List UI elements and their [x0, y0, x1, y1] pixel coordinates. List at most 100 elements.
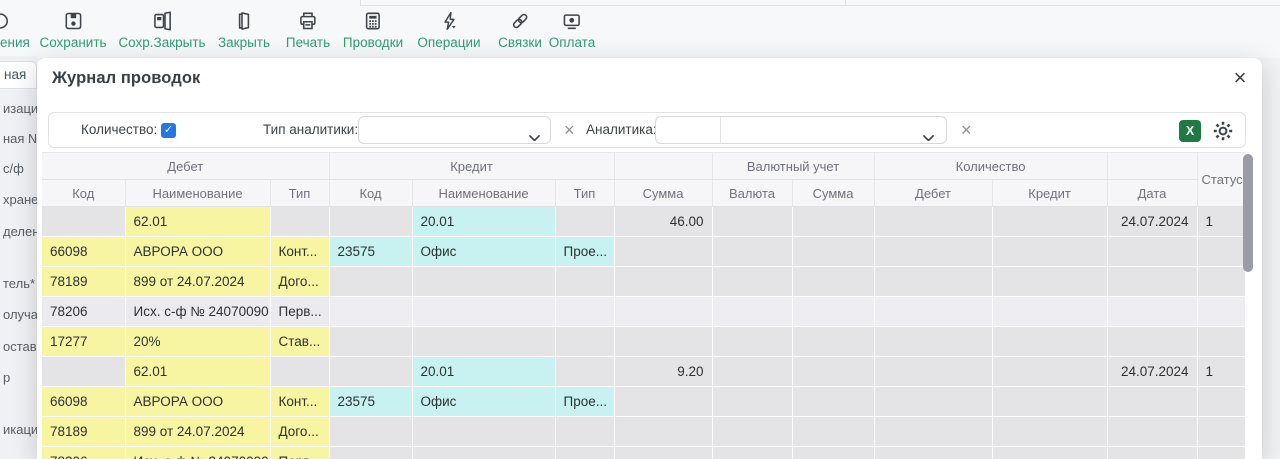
- cell-qty-debit[interactable]: [874, 417, 992, 447]
- cell-debit-code[interactable]: [42, 207, 125, 237]
- cell-status[interactable]: [1197, 327, 1245, 357]
- cell-credit-type[interactable]: [555, 327, 614, 357]
- cell-date[interactable]: [1107, 267, 1197, 297]
- cell-debit-type[interactable]: [270, 357, 329, 387]
- cell-amount[interactable]: 46.00: [614, 207, 712, 237]
- cell-debit-name[interactable]: 899 от 24.07.2024: [125, 417, 270, 447]
- cell-debit-type[interactable]: Перв...: [270, 447, 329, 459]
- cell-debit-type[interactable]: Перв...: [270, 297, 329, 327]
- cell-credit-name[interactable]: [412, 267, 555, 297]
- cell-credit-type[interactable]: [555, 267, 614, 297]
- cell-credit-type[interactable]: [555, 297, 614, 327]
- cell-credit-code[interactable]: [329, 267, 412, 297]
- cell-currency-amount[interactable]: [792, 207, 874, 237]
- cell-debit-type[interactable]: Конт...: [270, 237, 329, 267]
- dialog-close-icon[interactable]: ×: [1228, 64, 1252, 92]
- table-row[interactable]: 78206Исх. с-ф № 24070090 ...Перв...: [42, 447, 1245, 459]
- cell-currency[interactable]: [712, 267, 792, 297]
- cell-credit-type[interactable]: [555, 357, 614, 387]
- cell-qty-credit[interactable]: [992, 207, 1107, 237]
- cell-credit-code[interactable]: 23575: [329, 237, 412, 267]
- cell-qty-debit[interactable]: [874, 357, 992, 387]
- cell-currency-amount[interactable]: [792, 327, 874, 357]
- cell-date[interactable]: 24.07.2024: [1107, 357, 1197, 387]
- cell-amount[interactable]: 9.20: [614, 357, 712, 387]
- cell-credit-code[interactable]: [329, 447, 412, 459]
- cell-debit-type[interactable]: Дого...: [270, 267, 329, 297]
- cell-debit-type[interactable]: Став...: [270, 327, 329, 357]
- cell-qty-credit[interactable]: [992, 357, 1107, 387]
- vertical-scrollbar-thumb[interactable]: [1243, 154, 1253, 272]
- cell-credit-code[interactable]: [329, 357, 412, 387]
- save-close-button[interactable]: Сохр.Закрыть: [118, 10, 205, 50]
- cell-debit-code[interactable]: 66098: [42, 387, 125, 417]
- cell-credit-name[interactable]: Офис: [412, 237, 555, 267]
- cell-credit-type[interactable]: [555, 207, 614, 237]
- cell-status[interactable]: [1197, 417, 1245, 447]
- cell-status[interactable]: [1197, 267, 1245, 297]
- links-button[interactable]: Связки: [498, 10, 542, 50]
- cell-currency-amount[interactable]: [792, 447, 874, 459]
- quantity-checkbox[interactable]: ✓: [161, 123, 176, 138]
- cell-credit-name[interactable]: Офис: [412, 387, 555, 417]
- cell-amount[interactable]: [614, 267, 712, 297]
- cell-status[interactable]: 1: [1197, 357, 1245, 387]
- cell-status[interactable]: 1: [1197, 207, 1245, 237]
- export-excel-button[interactable]: X: [1179, 120, 1201, 142]
- cell-qty-debit[interactable]: [874, 267, 992, 297]
- cell-qty-credit[interactable]: [992, 267, 1107, 297]
- cell-currency[interactable]: [712, 387, 792, 417]
- cell-qty-credit[interactable]: [992, 237, 1107, 267]
- postings-button[interactable]: Проводки: [343, 10, 403, 50]
- cell-qty-debit[interactable]: [874, 237, 992, 267]
- table-row[interactable]: 1727720%Став...: [42, 327, 1245, 357]
- cell-amount[interactable]: [614, 417, 712, 447]
- cell-status[interactable]: [1197, 387, 1245, 417]
- cell-credit-code[interactable]: [329, 297, 412, 327]
- cell-qty-debit[interactable]: [874, 207, 992, 237]
- cell-credit-name[interactable]: [412, 447, 555, 459]
- cell-credit-name[interactable]: [412, 417, 555, 447]
- cell-credit-type[interactable]: Прое...: [555, 387, 614, 417]
- cell-debit-name[interactable]: Исх. с-ф № 24070090 ...: [125, 297, 270, 327]
- cell-credit-code[interactable]: 23575: [329, 387, 412, 417]
- cell-qty-credit[interactable]: [992, 387, 1107, 417]
- cell-credit-name[interactable]: 20.01: [412, 207, 555, 237]
- gear-icon[interactable]: [1211, 119, 1235, 143]
- cell-debit-name[interactable]: 20%: [125, 327, 270, 357]
- cell-amount[interactable]: [614, 447, 712, 459]
- cell-date[interactable]: [1107, 327, 1197, 357]
- cell-credit-name[interactable]: [412, 297, 555, 327]
- underlying-active-tab[interactable]: ная: [0, 61, 37, 89]
- cell-qty-credit[interactable]: [992, 297, 1107, 327]
- cell-amount[interactable]: [614, 387, 712, 417]
- cell-currency-amount[interactable]: [792, 417, 874, 447]
- cell-date[interactable]: [1107, 447, 1197, 459]
- cell-debit-name[interactable]: 899 от 24.07.2024: [125, 267, 270, 297]
- save-button[interactable]: Сохранить: [39, 10, 106, 50]
- analytics-type-select[interactable]: [358, 116, 551, 144]
- clear-analytics-type-icon[interactable]: ×: [564, 113, 575, 147]
- table-row[interactable]: 78206Исх. с-ф № 24070090 ...Перв...: [42, 297, 1245, 327]
- cell-credit-code[interactable]: [329, 207, 412, 237]
- cell-debit-name[interactable]: 62.01: [125, 207, 270, 237]
- analytics-select[interactable]: [655, 116, 947, 144]
- print-button[interactable]: Печать: [286, 10, 330, 50]
- cell-currency-amount[interactable]: [792, 267, 874, 297]
- table-row[interactable]: 62.0120.0146.0024.07.20241: [42, 207, 1245, 237]
- cell-credit-type[interactable]: [555, 417, 614, 447]
- cell-qty-credit[interactable]: [992, 327, 1107, 357]
- cell-qty-credit[interactable]: [992, 417, 1107, 447]
- cell-qty-credit[interactable]: [992, 447, 1107, 459]
- cell-credit-code[interactable]: [329, 417, 412, 447]
- cell-currency-amount[interactable]: [792, 237, 874, 267]
- table-row[interactable]: 78189899 от 24.07.2024Дого...: [42, 267, 1245, 297]
- cell-date[interactable]: [1107, 387, 1197, 417]
- cell-debit-type[interactable]: Дого...: [270, 417, 329, 447]
- cell-qty-debit[interactable]: [874, 447, 992, 459]
- cell-currency-amount[interactable]: [792, 357, 874, 387]
- cell-debit-code[interactable]: 78189: [42, 417, 125, 447]
- cell-debit-code[interactable]: 78206: [42, 447, 125, 459]
- cell-debit-code[interactable]: [42, 357, 125, 387]
- cell-debit-code[interactable]: 17277: [42, 327, 125, 357]
